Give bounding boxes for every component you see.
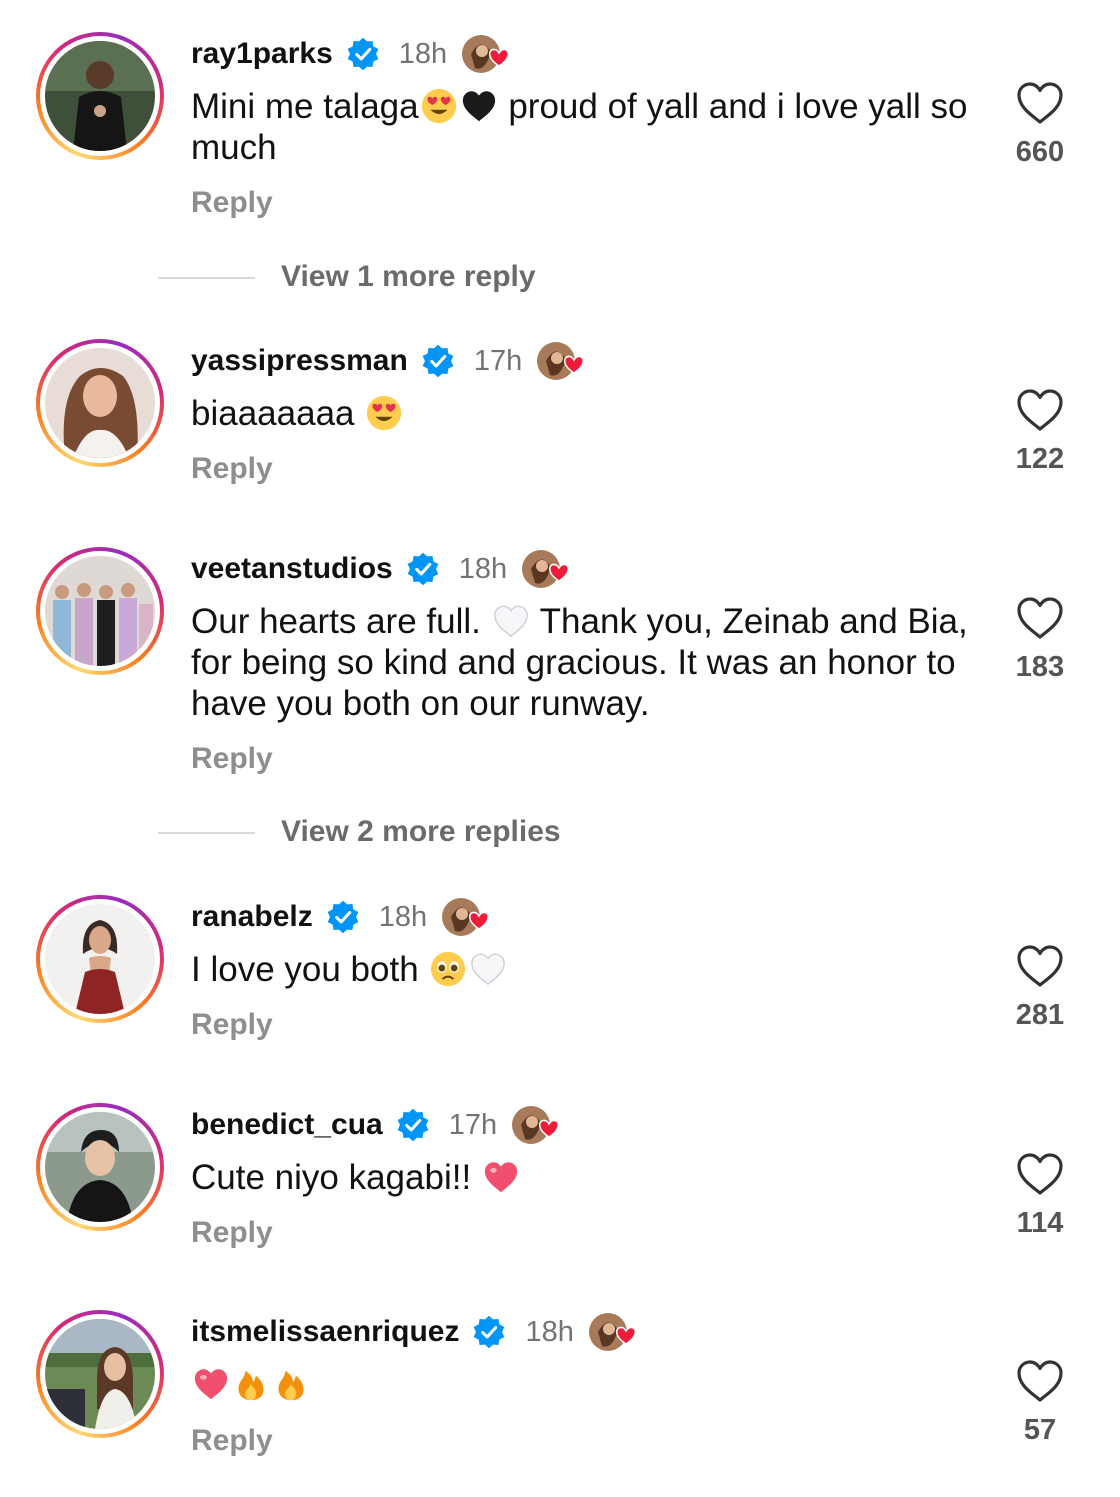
avatar-photo-woman-long-hair bbox=[45, 348, 155, 458]
verified-badge-icon bbox=[397, 1108, 429, 1142]
timestamp: 18h bbox=[525, 1315, 574, 1348]
white-heart-emoji-icon bbox=[471, 953, 506, 986]
like-heart-icon[interactable] bbox=[1015, 1151, 1065, 1197]
like-count: 122 bbox=[1015, 443, 1065, 475]
fire-emoji-icon bbox=[278, 1370, 304, 1401]
verified-badge-icon bbox=[407, 552, 439, 586]
verified-badge-icon bbox=[422, 344, 454, 378]
reply-button[interactable]: Reply bbox=[191, 742, 273, 776]
reply-button[interactable]: Reply bbox=[191, 452, 273, 486]
fire-emoji-icon bbox=[238, 1370, 264, 1401]
avatar-photo-man-black-shirt bbox=[45, 1112, 155, 1222]
like-heart-icon[interactable] bbox=[1015, 595, 1065, 641]
timestamp: 17h bbox=[473, 344, 523, 377]
like-column: 114 bbox=[1000, 1151, 1080, 1240]
comment-header: benedict_cua 17h bbox=[191, 1103, 563, 1147]
divider-line bbox=[158, 832, 255, 834]
timestamp: 17h bbox=[448, 1108, 498, 1141]
avatar-photo-man-dark-suit bbox=[45, 41, 155, 151]
reply-button[interactable]: Reply bbox=[191, 1216, 273, 1250]
comment-header: yassipressman 17h bbox=[191, 339, 588, 383]
comment-header: itsmelissaenriquez 18h bbox=[191, 1310, 640, 1354]
avatar[interactable] bbox=[36, 32, 164, 160]
verified-badge-icon bbox=[327, 900, 359, 934]
liked-by-author-icon bbox=[441, 895, 493, 939]
comment-text bbox=[191, 1364, 971, 1405]
comment-header: ray1parks 18h bbox=[191, 32, 513, 76]
username[interactable]: veetanstudios bbox=[191, 552, 393, 586]
comment-text: Mini me talaga proud of yall and i love … bbox=[191, 87, 968, 167]
reply-button[interactable]: Reply bbox=[191, 186, 273, 220]
username[interactable]: ranabelz bbox=[191, 900, 313, 934]
avatar-photo-woman-red-dress bbox=[45, 904, 155, 1014]
reply-button[interactable]: Reply bbox=[191, 1008, 273, 1042]
like-count: 281 bbox=[1015, 999, 1065, 1031]
comment-text: biaaaaaaa bbox=[191, 393, 971, 434]
username[interactable]: benedict_cua bbox=[191, 1108, 383, 1142]
liked-by-author-icon bbox=[588, 1310, 640, 1354]
reply-button[interactable]: Reply bbox=[191, 1424, 273, 1458]
liked-by-author-icon bbox=[521, 547, 573, 591]
like-column: 660 bbox=[1000, 80, 1080, 169]
pleading-face-emoji-icon bbox=[431, 951, 466, 987]
heart-eyes-emoji-icon bbox=[421, 88, 456, 124]
avatar[interactable] bbox=[36, 339, 164, 467]
avatar[interactable] bbox=[36, 547, 164, 675]
black-heart-emoji-icon bbox=[462, 91, 495, 122]
timestamp: 18h bbox=[398, 37, 448, 70]
red-heart-emoji-icon bbox=[484, 1162, 518, 1193]
liked-by-author-icon bbox=[461, 32, 513, 76]
comment-text: Our hearts are full. Thank you, Zeinab a… bbox=[191, 602, 968, 723]
avatar[interactable] bbox=[36, 895, 164, 1023]
comment-text: I love you both bbox=[191, 949, 971, 990]
comments-list: ray1parks 18h Mini me talaga proud of ya… bbox=[0, 0, 1120, 1497]
view-replies-label[interactable]: View 1 more reply bbox=[281, 260, 536, 294]
liked-by-author-icon bbox=[536, 339, 588, 383]
like-heart-icon[interactable] bbox=[1015, 387, 1065, 433]
liked-by-author-icon bbox=[511, 1103, 563, 1147]
like-column: 183 bbox=[1000, 595, 1080, 684]
view-replies-label[interactable]: View 2 more replies bbox=[281, 815, 561, 849]
like-column: 57 bbox=[1000, 1358, 1080, 1447]
comment-text: Cute niyo kagabi!! bbox=[191, 1157, 971, 1198]
like-column: 122 bbox=[1000, 387, 1080, 476]
pink-heart-emoji-icon bbox=[194, 1369, 228, 1400]
timestamp: 18h bbox=[458, 552, 508, 585]
heart-eyes-emoji-icon bbox=[367, 395, 402, 431]
like-count: 114 bbox=[1016, 1207, 1064, 1239]
comment-header: ranabelz 18h bbox=[191, 895, 493, 939]
like-heart-icon[interactable] bbox=[1015, 1358, 1065, 1404]
verified-badge-icon bbox=[474, 1315, 505, 1349]
like-column: 281 bbox=[1000, 943, 1080, 1032]
like-heart-icon[interactable] bbox=[1015, 943, 1065, 989]
verified-badge-icon bbox=[347, 37, 379, 71]
like-count: 57 bbox=[1023, 1414, 1057, 1446]
divider-line bbox=[158, 277, 255, 279]
view-replies-button[interactable]: View 1 more reply bbox=[0, 258, 1120, 298]
timestamp: 18h bbox=[378, 900, 428, 933]
avatar-photo-woman-stadium bbox=[45, 1319, 155, 1429]
view-replies-button[interactable]: View 2 more replies bbox=[0, 813, 1120, 853]
like-count: 183 bbox=[1015, 651, 1065, 683]
like-heart-icon[interactable] bbox=[1015, 80, 1065, 126]
username[interactable]: itsmelissaenriquez bbox=[191, 1315, 459, 1349]
comment-header: veetanstudios 18h bbox=[191, 547, 573, 591]
avatar[interactable] bbox=[36, 1103, 164, 1231]
white-heart-emoji-icon bbox=[493, 605, 528, 638]
avatar[interactable] bbox=[36, 1310, 164, 1438]
avatar-photo-group bbox=[45, 556, 155, 666]
username[interactable]: yassipressman bbox=[191, 344, 408, 378]
like-count: 660 bbox=[1015, 136, 1065, 168]
username[interactable]: ray1parks bbox=[191, 37, 333, 71]
